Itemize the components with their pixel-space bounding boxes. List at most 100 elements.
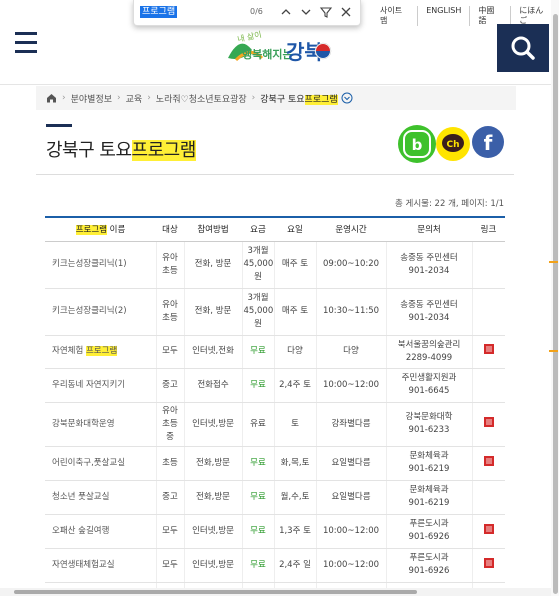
sitemap-link[interactable]: 사이트맵 (372, 6, 417, 26)
cell-contact: 푸른도시과 901-6926 (385, 548, 472, 583)
table-row: 강북문화대학운영 유아 초등 중 인터넷,방문 유료 토 강좌별다름 강북문화대학 901-… (45, 402, 505, 447)
breadcrumb-current-prefix: 강북구 토요 (260, 94, 305, 105)
cell-fee: 무료 (241, 446, 274, 481)
cell-day: 2,4주 일 (273, 548, 316, 583)
site-logo[interactable]: 내 삶이 행복해지는 강북 (222, 28, 338, 68)
facebook-icon: f (484, 131, 493, 155)
header-name-rest: 이름 (106, 225, 126, 236)
cell-time: 요일별다름 (315, 480, 386, 515)
cell-contact: 송중동 주민센터 901-2034 (385, 288, 472, 336)
find-query[interactable]: 프로그램 (140, 6, 178, 18)
breadcrumb-current-highlight: 프로그램 (304, 94, 338, 105)
table-body: 키크는성장클리닉(1) 유아 초등 전화, 방문 3개월 45,000 원 매주 토 09… (45, 241, 505, 596)
breadcrumb-current[interactable]: 강북구 토요프로그램 (260, 92, 338, 105)
table-row: 자연체험 프로그램 모두 인터넷,전화 무료 다양 다양 북서울꿈의숲관리 2289-409… (45, 335, 505, 369)
home-icon[interactable] (46, 93, 57, 103)
header-name: 프로그램 이름 (45, 216, 156, 242)
cell-contact: 푸른도시과 901-6926 (385, 514, 472, 549)
breadcrumb-separator: › (62, 93, 66, 103)
kakao-share-button[interactable]: Ch (436, 127, 470, 161)
page-title-prefix: 강북구 토요 (46, 140, 132, 161)
cell-name: 자연체험 프로그램 (45, 335, 156, 369)
facebook-share-button[interactable]: f (472, 126, 504, 158)
cell-time: 10:30~11:50 (315, 288, 386, 336)
cell-target: 유아 초등 중 (155, 402, 184, 447)
find-prev-button[interactable] (278, 4, 294, 20)
breadcrumb-separator: › (117, 93, 121, 103)
menu-icon-bar (15, 50, 37, 53)
cell-method: 전화, 방문 (183, 241, 242, 289)
document-link-icon[interactable] (483, 455, 495, 467)
breadcrumb-separator: › (147, 93, 151, 103)
cell-method: 인터넷,방문 (183, 402, 242, 447)
cell-contact: 북서울꿈의숲관리 2289-4099 (385, 335, 472, 369)
menu-icon-bar (15, 41, 37, 44)
cell-target: 유아 초등 (155, 241, 184, 289)
cell-method: 전화,방문 (183, 480, 242, 515)
band-icon: b (403, 130, 431, 158)
cell-time: 10:00~12:00 (315, 514, 386, 549)
find-filter-button[interactable] (318, 4, 334, 20)
breadcrumb-item[interactable]: 분야별정보 (71, 92, 112, 105)
vertical-scroll-thumb[interactable] (553, 14, 558, 594)
table-row: 우리동네 자연지키기 중고 전화접수 무료 2,4주 토 10:00~12:00 주민생활지… (45, 368, 505, 403)
cell-target: 모두 (155, 548, 184, 583)
chevron-up-icon (281, 9, 291, 15)
document-link-icon[interactable] (483, 557, 495, 569)
page-title: 강북구 토요프로그램 (46, 136, 196, 162)
horizontal-scroll-thumb[interactable] (14, 590, 417, 594)
header-target: 대상 (156, 216, 184, 242)
cell-time: 10:00~12:00 (315, 368, 386, 403)
cell-link[interactable] (471, 402, 505, 447)
cell-name-highlight: 프로그램 (85, 346, 118, 356)
cell-name: 어린이축구,풋살교실 (45, 446, 156, 481)
horizontal-scrollbar[interactable] (0, 588, 551, 596)
cell-target: 유아 초등 (155, 288, 184, 336)
cell-link[interactable] (471, 335, 505, 369)
kakao-label: Ch (446, 140, 459, 150)
find-match-marker (549, 261, 558, 263)
chevron-down-circle-icon[interactable] (341, 92, 353, 104)
band-share-button[interactable]: b (398, 125, 436, 163)
title-divider (36, 174, 514, 175)
cell-link[interactable] (471, 514, 505, 549)
cell-target: 모두 (155, 514, 184, 549)
logo-icon: 내 삶이 행복해지는 강북 (228, 29, 332, 64)
breadcrumb-item[interactable]: 노라줘♡청소년토요광장 (156, 92, 247, 105)
svg-text:내 삶이: 내 삶이 (236, 29, 262, 44)
english-link[interactable]: ENGLISH (417, 6, 469, 26)
chinese-link[interactable]: 中國語 (469, 6, 510, 26)
cell-time: 요일별다름 (315, 446, 386, 481)
cell-name: 오패산 숲길여행 (45, 514, 156, 549)
search-button[interactable] (497, 24, 549, 72)
table-row: 키크는성장클리닉(2) 유아 초등 전화, 방문 3개월 45,000 원 매주 토 10… (45, 288, 505, 336)
cell-method: 전화,방문 (183, 446, 242, 481)
header-link: 링크 (472, 216, 505, 242)
find-count: 0/6 (250, 7, 263, 16)
document-link-icon[interactable] (483, 416, 495, 428)
cell-time: 다양 (315, 335, 386, 369)
cell-fee: 유료 (241, 402, 274, 447)
cell-link[interactable] (471, 446, 505, 481)
breadcrumb-item[interactable]: 교육 (126, 92, 143, 105)
cell-time: 10:00~12:00 (315, 548, 386, 583)
cell-link[interactable] (471, 548, 505, 583)
vertical-scrollbar[interactable] (551, 0, 559, 596)
document-link-icon[interactable] (483, 523, 495, 535)
header-contact: 문의처 (386, 216, 472, 242)
cell-link (471, 241, 505, 289)
cell-link (471, 480, 505, 515)
menu-button[interactable] (4, 24, 48, 62)
find-close-button[interactable] (338, 4, 354, 20)
find-next-button[interactable] (298, 4, 314, 20)
cell-contact: 강북문화대학 901-6233 (385, 402, 472, 447)
cell-name: 강북문화대학운영 (45, 402, 156, 447)
cell-name: 키크는성장클리닉(1) (45, 241, 156, 289)
header-divider (0, 84, 559, 85)
cell-fee: 3개월 45,000 원 (241, 241, 274, 289)
cell-day: 월,수,토 (273, 480, 316, 515)
document-link-icon[interactable] (483, 343, 495, 355)
cell-day: 화,목,토 (273, 446, 316, 481)
header-name-highlight: 프로그램 (75, 225, 107, 236)
cell-time: 09:00~10:20 (315, 241, 386, 289)
